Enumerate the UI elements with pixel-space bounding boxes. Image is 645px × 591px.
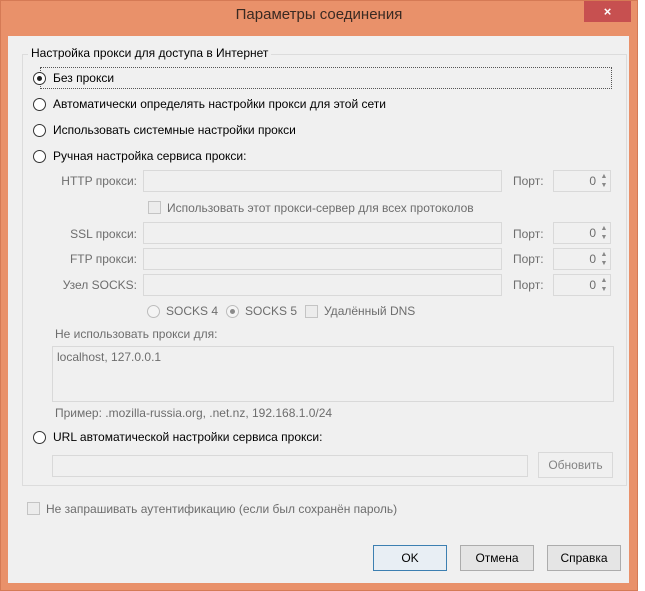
proxy-groupbox xyxy=(22,54,627,486)
http-proxy-input[interactable] xyxy=(143,170,502,192)
close-icon[interactable]: × xyxy=(584,1,631,22)
auto-url-input[interactable] xyxy=(52,455,528,477)
socks-port-label: Порт: xyxy=(513,278,544,292)
socks-host-input[interactable] xyxy=(143,274,502,296)
share-proxy-checkbox[interactable] xyxy=(148,201,161,214)
ftp-port-stepper[interactable]: 0 ▲ ▼ xyxy=(553,248,611,270)
radio-manual-label[interactable]: Ручная настройка сервиса прокси: xyxy=(53,149,246,163)
ssl-proxy-label: SSL прокси: xyxy=(70,227,137,241)
ssl-port-stepper[interactable]: 0 ▲ ▼ xyxy=(553,222,611,244)
remote-dns-checkbox[interactable] xyxy=(305,305,318,318)
http-proxy-label: HTTP прокси: xyxy=(61,174,137,188)
radio-no-proxy-label[interactable]: Без прокси xyxy=(53,71,114,85)
radio-auto-url[interactable] xyxy=(33,431,46,444)
http-port-stepper[interactable]: 0 ▲ ▼ xyxy=(553,170,611,192)
socks-port-stepper[interactable]: 0 ▲ ▼ xyxy=(553,274,611,296)
ftp-proxy-input[interactable] xyxy=(143,248,502,270)
remote-dns-label: Удалённый DNS xyxy=(324,304,416,318)
spin-arrows-icon[interactable]: ▲ ▼ xyxy=(599,250,609,268)
ftp-port-label: Порт: xyxy=(513,252,544,266)
no-auth-label: Не запрашивать аутентификацию (если был … xyxy=(46,502,398,516)
ok-button[interactable]: OK xyxy=(373,545,447,571)
spin-arrows-icon[interactable]: ▲ ▼ xyxy=(599,276,609,294)
radio-auto-detect-label[interactable]: Автоматически определять настройки прокс… xyxy=(53,97,386,111)
socks4-label: SOCKS 4 xyxy=(166,304,219,318)
no-auth-checkbox[interactable] xyxy=(27,502,40,515)
group-legend: Настройка прокси для доступа в Интернет xyxy=(28,46,272,60)
ftp-proxy-label: FTP прокси: xyxy=(69,252,137,266)
http-port-value: 0 xyxy=(589,174,596,188)
radio-manual[interactable] xyxy=(33,150,46,163)
window-title: Параметры соединения xyxy=(235,6,403,23)
socks5-label: SOCKS 5 xyxy=(245,304,298,318)
radio-socks4[interactable] xyxy=(147,305,160,318)
share-proxy-label: Использовать этот прокси-сервер для всех… xyxy=(167,201,474,215)
radio-system-label[interactable]: Использовать системные настройки прокси xyxy=(53,123,296,137)
http-port-label: Порт: xyxy=(513,174,544,188)
focus-rect xyxy=(40,67,612,89)
ssl-port-value: 0 xyxy=(589,226,596,240)
spin-arrows-icon[interactable]: ▲ ▼ xyxy=(599,172,609,190)
no-proxy-label: Не использовать прокси для: xyxy=(55,327,218,341)
radio-socks5[interactable] xyxy=(226,305,239,318)
radio-auto-detect[interactable] xyxy=(33,98,46,111)
no-proxy-textarea[interactable]: localhost, 127.0.0.1 xyxy=(52,346,614,402)
cancel-button[interactable]: Отмена xyxy=(460,545,534,571)
radio-no-proxy[interactable] xyxy=(33,72,46,85)
ssl-port-label: Порт: xyxy=(513,227,544,241)
socks-host-label: Узел SOCKS: xyxy=(62,278,137,292)
radio-system[interactable] xyxy=(33,124,46,137)
socks-port-value: 0 xyxy=(589,278,596,292)
no-proxy-example: Пример: .mozilla-russia.org, .net.nz, 19… xyxy=(55,406,333,420)
ssl-proxy-input[interactable] xyxy=(143,222,502,244)
auto-url-label[interactable]: URL автоматической настройки сервиса про… xyxy=(53,430,322,444)
reload-button[interactable]: Обновить xyxy=(538,452,613,478)
spin-arrows-icon[interactable]: ▲ ▼ xyxy=(599,224,609,242)
ftp-port-value: 0 xyxy=(589,252,596,266)
help-button[interactable]: Справка xyxy=(547,545,621,571)
